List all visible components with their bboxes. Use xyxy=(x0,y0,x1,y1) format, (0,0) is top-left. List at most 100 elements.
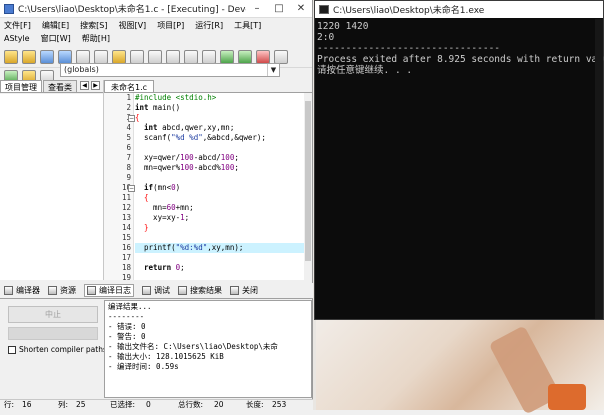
tab-scroll-right-icon[interactable]: ▶ xyxy=(91,81,100,90)
line-number: 17 xyxy=(121,253,131,262)
console-titlebar[interactable]: C:\Users\liao\Desktop\未命名1.exe xyxy=(315,1,603,18)
abort-compilation-button[interactable]: 中止 xyxy=(8,306,98,323)
menu-tools[interactable]: 工具[T] xyxy=(234,19,261,32)
code-token: ; xyxy=(180,263,185,272)
tab-compile-log[interactable]: 编译日志 xyxy=(84,284,134,297)
project-tree[interactable] xyxy=(0,94,103,280)
status-length-value: 253 xyxy=(272,400,287,409)
resources-icon xyxy=(48,286,57,295)
bottom-panel-tabs: 编译器 资源 编译日志 调试 搜索结果 关闭 xyxy=(0,283,313,299)
code-token: mn= xyxy=(135,203,167,212)
code-token: if xyxy=(135,183,154,192)
editor-scrollbar-thumb[interactable] xyxy=(305,101,311,261)
menu-astyle[interactable]: AStyle xyxy=(4,32,30,45)
tab-compiler[interactable]: 编译器 xyxy=(4,285,40,296)
editor-scrollbar[interactable] xyxy=(304,93,312,280)
menu-project[interactable]: 项目[P] xyxy=(157,19,184,32)
new-file-icon[interactable] xyxy=(4,49,18,64)
tab-compiler-label: 编译器 xyxy=(16,286,40,295)
line-number: 9 xyxy=(126,173,131,182)
console-line: 1220 1420 xyxy=(317,21,369,32)
menu-help[interactable]: 帮助[H] xyxy=(82,32,110,45)
status-col-label: 列: xyxy=(58,400,69,409)
compile-progress-bar xyxy=(8,327,98,340)
menu-search[interactable]: 搜索[S] xyxy=(80,19,107,32)
run-icon[interactable] xyxy=(238,49,252,64)
compile-log-output[interactable]: 编译结果... -------- - 错误: 0 - 警告: 0 - 输出文件名… xyxy=(104,300,312,398)
log-line: 编译结果... xyxy=(108,302,152,311)
code-text[interactable]: #include <stdio.h> int main() { int abcd… xyxy=(135,93,304,292)
menu-view[interactable]: 视图[V] xyxy=(118,19,146,32)
code-token: abcd,qwer,xy,mn; xyxy=(157,123,235,132)
close-file-icon[interactable] xyxy=(76,49,90,64)
save-all-icon[interactable] xyxy=(58,49,72,64)
rebuild-icon[interactable] xyxy=(274,49,288,64)
code-line: if(mn<0) xyxy=(135,183,304,193)
code-editor[interactable]: 未命名1.c 1 2 3 4 5 6 7 8 9 10 11 12 13 14 … xyxy=(104,80,312,292)
line-number: 6 xyxy=(126,143,131,152)
tab-resources[interactable]: 资源 xyxy=(48,285,76,296)
log-line: - 输出文件名: C:\Users\liao\Desktop\未命 xyxy=(108,342,278,351)
code-token: scanf( xyxy=(135,133,172,142)
fold-toggle-icon[interactable]: − xyxy=(128,115,135,122)
console-output[interactable]: 1220 1420 2:0 --------------------------… xyxy=(315,19,604,319)
code-token: ; xyxy=(184,213,190,222)
tab-debug[interactable]: 调试 xyxy=(142,285,170,296)
compile-log-controls: 中止 Shorten compiler paths xyxy=(0,300,107,398)
code-line: xy=xy-1; xyxy=(135,213,304,223)
code-line: return 0; xyxy=(135,263,304,273)
find-icon[interactable] xyxy=(148,49,162,64)
ide-titlebar[interactable]: C:\Users\liao\Desktop\未命名1.c - [Executin… xyxy=(0,0,312,18)
menu-file[interactable]: 文件[F] xyxy=(4,19,31,32)
undo-icon[interactable] xyxy=(112,49,126,64)
devcpp-window: C:\Users\liao\Desktop\未命名1.c - [Executin… xyxy=(0,0,313,410)
tab-scroll-left-icon[interactable]: ◀ xyxy=(80,81,89,90)
fold-toggle-icon[interactable]: − xyxy=(128,185,135,192)
tab-search-results[interactable]: 搜索结果 xyxy=(178,285,222,296)
print-icon[interactable] xyxy=(94,49,108,64)
compile-run-icon[interactable] xyxy=(256,49,270,64)
code-token: -abcd/ xyxy=(193,153,221,162)
code-token: xy=qwer/ xyxy=(135,153,181,162)
close-button[interactable]: ✕ xyxy=(290,0,312,18)
redo-icon[interactable] xyxy=(130,49,144,64)
status-row-label: 行: xyxy=(4,400,15,409)
scope-combobox[interactable]: (globals) ▼ xyxy=(60,63,280,77)
maximize-button[interactable]: □ xyxy=(268,0,290,18)
checkbox-box[interactable] xyxy=(8,345,16,354)
code-token: ; xyxy=(234,153,239,162)
code-line: scanf("%d %d",&abcd,&qwer); xyxy=(135,133,304,143)
code-token: 100 xyxy=(220,153,235,162)
find-next-icon[interactable] xyxy=(184,49,198,64)
line-number: 15 xyxy=(121,233,131,242)
console-window[interactable]: C:\Users\liao\Desktop\未命名1.exe 1220 1420… xyxy=(314,0,604,320)
console-scrollbar[interactable] xyxy=(595,19,603,319)
ide-title: C:\Users\liao\Desktop\未命名1.c - [Executin… xyxy=(18,5,246,15)
menu-run[interactable]: 运行[R] xyxy=(195,19,223,32)
goto-line-icon[interactable] xyxy=(202,49,216,64)
log-line: - 编译时间: 0.59s xyxy=(108,362,179,371)
minimize-button[interactable]: – xyxy=(246,0,268,18)
tab-project-manager[interactable]: 项目管理 xyxy=(0,80,42,92)
line-number: 11 xyxy=(121,193,131,202)
menu-window[interactable]: 窗口[W] xyxy=(41,32,71,45)
tab-close[interactable]: 关闭 xyxy=(230,285,258,296)
console-line: -------------------------------- xyxy=(317,43,501,54)
compile-icon[interactable] xyxy=(220,49,234,64)
replace-icon[interactable] xyxy=(166,49,180,64)
menu-edit[interactable]: 编辑[E] xyxy=(42,19,69,32)
tab-resources-label: 资源 xyxy=(60,286,76,295)
code-token: { xyxy=(135,193,149,202)
save-icon[interactable] xyxy=(40,49,54,64)
tab-class-browser[interactable]: 查看类 xyxy=(43,80,77,92)
shorten-paths-checkbox[interactable]: Shorten compiler paths xyxy=(8,345,107,354)
open-file-icon[interactable] xyxy=(22,49,36,64)
line-number: 2 xyxy=(126,103,131,112)
chevron-down-icon[interactable]: ▼ xyxy=(267,64,279,76)
code-line: #include <stdio.h> xyxy=(135,93,304,103)
editor-tabs: 未命名1.c xyxy=(104,80,312,93)
editor-tab-file[interactable]: 未命名1.c xyxy=(104,80,155,92)
log-line: - 输出大小: 128.1015625 KiB xyxy=(108,352,224,361)
code-token: -abcd% xyxy=(193,163,221,172)
